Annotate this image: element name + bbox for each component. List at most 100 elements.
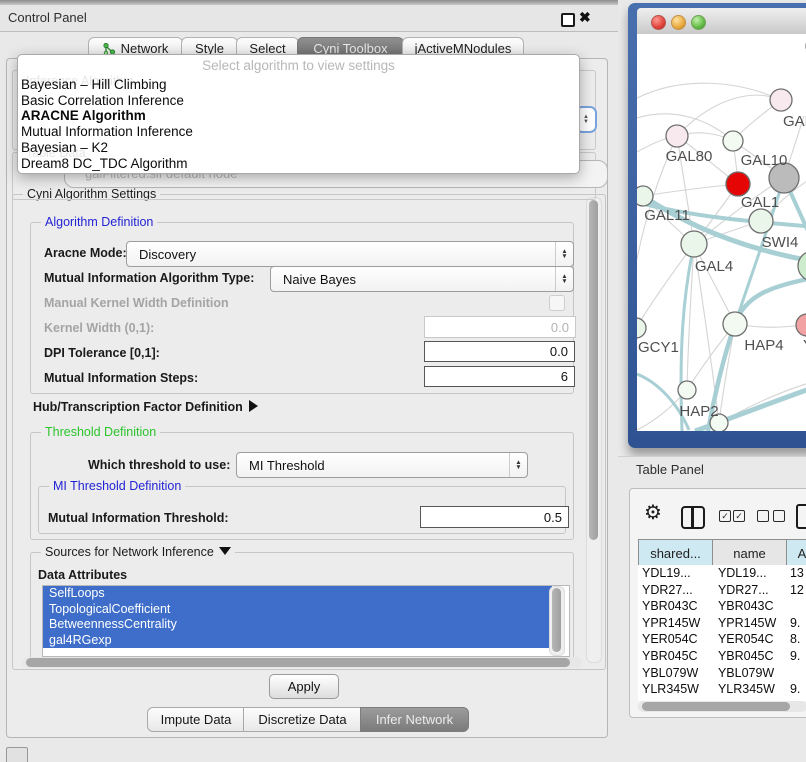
column-header-third[interactable]: A xyxy=(786,539,806,567)
aracne-mode-combo[interactable]: Discovery ▲▼ xyxy=(126,241,574,267)
screen: Control Panel ✖ Network Style Select Cyn… xyxy=(0,0,806,762)
spinner-down-icon: ▼ xyxy=(583,120,589,125)
node-label: GAL4 xyxy=(695,258,733,275)
tab-discretize-data[interactable]: Discretize Data xyxy=(243,707,362,732)
node-red-selected[interactable] xyxy=(726,172,750,196)
mi-type-label: Mutual Information Algorithm Type: xyxy=(44,271,254,285)
list-item[interactable]: TopologicalCoefficient xyxy=(43,602,552,618)
table-row[interactable]: YBR043CYBR043C xyxy=(638,598,806,615)
aracne-mode-value: Discovery xyxy=(127,247,555,262)
tab-infer-network[interactable]: Infer Network xyxy=(360,707,469,732)
mi-threshold-field[interactable]: 0.5 xyxy=(420,506,569,528)
manual-kernel-checkbox[interactable] xyxy=(549,295,565,311)
expand-right-icon xyxy=(249,400,258,412)
node-pink-top[interactable] xyxy=(770,89,792,111)
h-scrollbar-thumb[interactable] xyxy=(26,658,570,667)
column-header-label: name xyxy=(733,546,766,561)
table-panel-titlebar: Table Panel xyxy=(618,456,806,483)
table-row[interactable]: YPR145WYPR145W9. xyxy=(638,615,806,632)
inference-algorithm-group-title: Inference Algorithm xyxy=(26,74,134,88)
table-data-group-title: Table Data xyxy=(26,146,86,160)
which-threshold-label: Which threshold to use: xyxy=(88,458,230,472)
apply-button[interactable]: Apply xyxy=(269,674,339,699)
column-header-name[interactable]: name xyxy=(712,539,787,567)
threshold-definition-title: Threshold Definition xyxy=(41,425,160,439)
list-item[interactable]: gal4RGexp xyxy=(43,633,552,649)
manual-kernel-label: Manual Kernel Width Definition xyxy=(44,296,229,310)
network-window-titlebar[interactable] xyxy=(637,8,806,35)
hub-definition-label: Hub/Transcription Factor Definition xyxy=(33,400,243,414)
node-gal11[interactable] xyxy=(637,186,653,206)
node-hap2[interactable] xyxy=(678,381,696,399)
checked-box-icon[interactable]: ✓ xyxy=(719,510,731,522)
unchecked-box-icon[interactable] xyxy=(757,510,769,522)
table-row[interactable]: YBR045CYBR045C9. xyxy=(638,648,806,665)
combo-arrows-icon: ▲▼ xyxy=(509,453,527,477)
gear-icon[interactable]: ⚙ xyxy=(644,503,662,523)
close-traffic-light-icon[interactable] xyxy=(651,15,666,30)
collapse-down-icon xyxy=(219,547,231,555)
dropdown-item[interactable]: Bayesian – K2 xyxy=(18,140,579,156)
node-label: HAP4 xyxy=(744,337,783,354)
node-gal80[interactable] xyxy=(666,125,688,147)
node-label: SWI4 xyxy=(762,234,799,251)
node-gcy1[interactable] xyxy=(637,318,646,338)
which-threshold-value: MI Threshold xyxy=(237,458,509,473)
float-window-icon[interactable] xyxy=(561,13,575,27)
sources-group-title[interactable]: Sources for Network Inference xyxy=(41,545,235,559)
table-row[interactable]: YDR27...YDR27...12 xyxy=(638,582,806,599)
column-header-label: shared... xyxy=(650,546,701,561)
list-item[interactable]: BetweennessCentrality xyxy=(43,617,552,633)
node-gal4[interactable] xyxy=(681,231,707,257)
dropdown-item[interactable]: Dream8 DC_TDC Algorithm xyxy=(18,156,579,172)
minimized-panel-icon[interactable] xyxy=(6,747,28,762)
mi-threshold-group-title: MI Threshold Definition xyxy=(49,479,185,493)
kernel-width-field[interactable]: 0.0 xyxy=(424,316,576,338)
document-icon[interactable] xyxy=(796,504,806,529)
settings-vertical-scrollbar[interactable] xyxy=(586,197,602,663)
dropdown-item[interactable]: Basic Correlation Inference xyxy=(18,93,579,109)
node-swi4[interactable] xyxy=(749,209,773,233)
mi-threshold-label: Mutual Information Threshold: xyxy=(48,511,229,525)
mi-type-combo[interactable]: Naive Bayes ▲▼ xyxy=(270,266,574,292)
network-graph: GAL GAL80 GAL10 GAL1 GAL11 SWI4 GAL4 HAP… xyxy=(637,34,806,431)
which-threshold-combo[interactable]: MI Threshold ▲▼ xyxy=(236,452,528,478)
data-attributes-label: Data Attributes xyxy=(38,568,127,582)
table-h-scrollbar-thumb[interactable] xyxy=(642,702,790,711)
checked-box-icon[interactable]: ✓ xyxy=(733,510,745,522)
dpi-tolerance-field[interactable]: 0.0 xyxy=(424,341,575,362)
unchecked-box-icon[interactable] xyxy=(773,510,785,522)
node-hap4[interactable] xyxy=(723,312,747,336)
minimize-traffic-light-icon[interactable] xyxy=(671,15,686,30)
node-green-right[interactable] xyxy=(798,251,806,281)
list-vertical-scrollbar[interactable] xyxy=(549,586,565,656)
node-salmon[interactable] xyxy=(796,314,806,336)
control-panel-title: Control Panel xyxy=(8,5,87,31)
dropdown-item[interactable]: Mutual Information Inference xyxy=(18,124,579,140)
column-header-shared[interactable]: shared... xyxy=(638,539,713,567)
list-item[interactable]: SelfLoops xyxy=(43,586,552,602)
node-gal10[interactable] xyxy=(723,131,743,151)
tab-impute-data[interactable]: Impute Data xyxy=(147,707,245,732)
dpi-tolerance-label: DPI Tolerance [0,1]: xyxy=(44,346,160,360)
settings-horizontal-scrollbar[interactable] xyxy=(22,657,582,668)
dropdown-item-aracne[interactable]: ARACNE Algorithm xyxy=(18,108,579,124)
kernel-width-label: Kernel Width (0,1): xyxy=(44,321,154,335)
zoom-traffic-light-icon[interactable] xyxy=(691,15,706,30)
mi-type-value: Naive Bayes xyxy=(271,272,555,287)
table-row[interactable]: YLR345WYLR345W9. xyxy=(638,681,806,698)
table-horizontal-scrollbar[interactable] xyxy=(638,701,806,712)
table-row[interactable]: YDL19...YDL19...13 xyxy=(638,565,806,582)
sources-title-text: Sources for Network Inference xyxy=(45,545,214,559)
close-icon[interactable]: ✖ xyxy=(579,9,591,26)
table-row[interactable]: YER054CYER054C8. xyxy=(638,631,806,648)
split-columns-icon[interactable] xyxy=(681,506,705,529)
tab-infer-network-label: Infer Network xyxy=(376,712,453,727)
mi-steps-field[interactable]: 6 xyxy=(424,366,575,387)
v-scrollbar-thumb[interactable] xyxy=(589,200,598,540)
node-label: GAL xyxy=(783,113,806,130)
network-canvas[interactable]: GAL GAL80 GAL10 GAL1 GAL11 SWI4 GAL4 HAP… xyxy=(637,34,806,431)
hub-definition-toggle[interactable]: Hub/Transcription Factor Definition xyxy=(33,400,258,414)
list-scrollbar-thumb[interactable] xyxy=(552,588,561,652)
table-row[interactable]: YBL079WYBL079W xyxy=(638,665,806,682)
